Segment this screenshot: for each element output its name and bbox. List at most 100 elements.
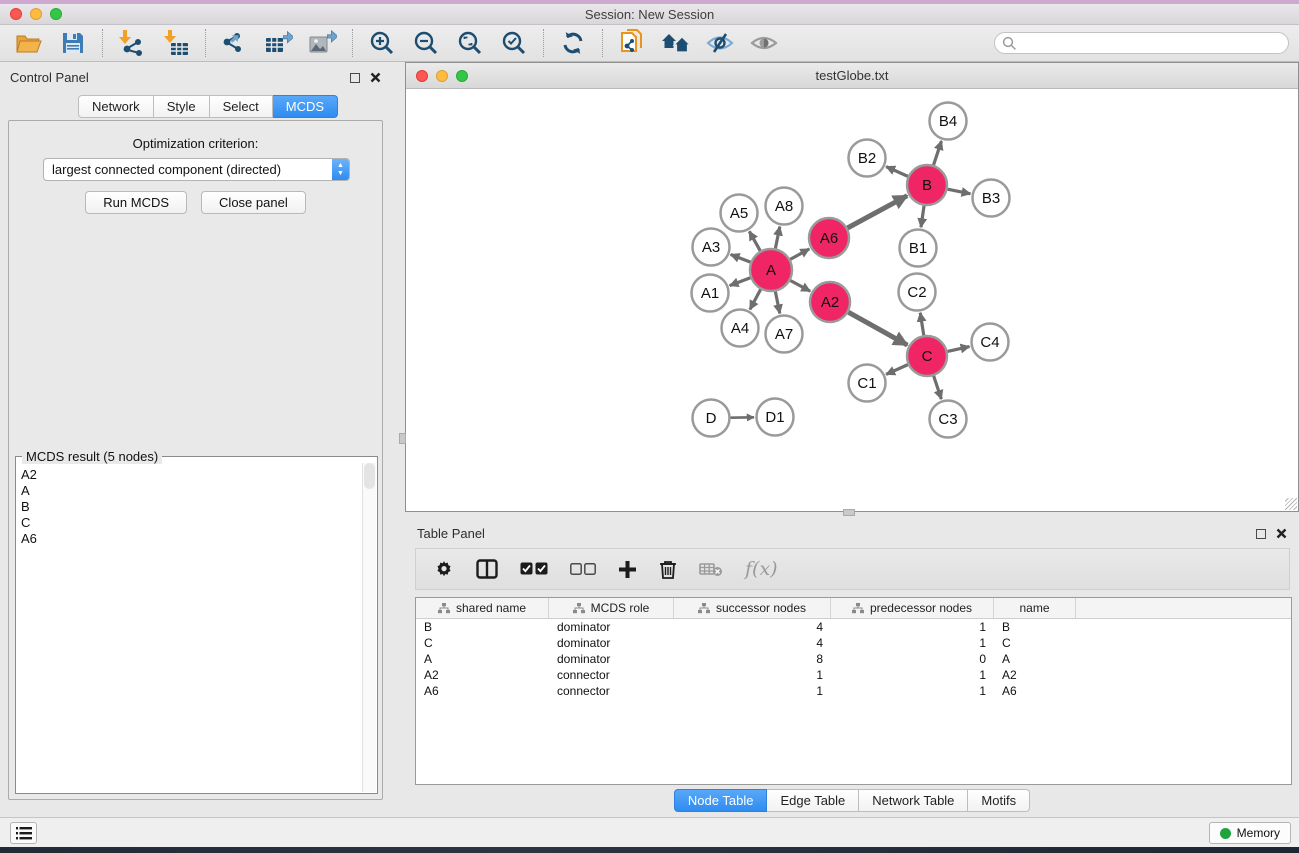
zoom-fit-icon[interactable] [455, 29, 485, 57]
export-table-icon[interactable] [264, 29, 294, 57]
resize-grip-icon[interactable] [1285, 498, 1297, 510]
delete-table-icon[interactable] [699, 561, 723, 577]
mcds-result-item[interactable]: A [21, 483, 362, 499]
edge-C-C2[interactable] [920, 313, 924, 336]
node-A[interactable]: A [750, 249, 792, 291]
node-A5[interactable]: A5 [721, 195, 758, 232]
close-table-panel-icon[interactable] [1276, 528, 1287, 539]
zoom-selected-icon[interactable] [499, 29, 529, 57]
select-all-icon[interactable] [520, 562, 548, 576]
node-C2[interactable]: C2 [899, 274, 936, 311]
tab-mcds[interactable]: MCDS [273, 95, 338, 118]
network-window-titlebar[interactable]: testGlobe.txt [406, 63, 1298, 89]
open-session-icon[interactable] [14, 29, 44, 57]
settings-gear-icon[interactable] [434, 559, 454, 579]
search-input[interactable] [994, 32, 1289, 54]
node-A8[interactable]: A8 [766, 188, 803, 225]
column-header-MCDS-role[interactable]: MCDS role [549, 598, 674, 618]
node-B4[interactable]: B4 [930, 103, 967, 140]
float-table-panel-icon[interactable] [1256, 529, 1266, 539]
tab-motifs[interactable]: Motifs [968, 789, 1030, 812]
run-mcds-button[interactable]: Run MCDS [85, 191, 187, 214]
column-header-shared-name[interactable]: shared name [416, 598, 549, 618]
save-session-icon[interactable] [58, 29, 88, 57]
refresh-icon[interactable] [558, 29, 588, 57]
memory-button[interactable]: Memory [1209, 822, 1291, 844]
node-B3[interactable]: B3 [973, 180, 1010, 217]
edge-B-B4[interactable] [934, 141, 942, 165]
edge-A-A8[interactable] [775, 227, 779, 249]
export-network-icon[interactable] [220, 29, 250, 57]
edge-C-C1[interactable] [886, 365, 908, 375]
edge-A-A6[interactable] [790, 249, 809, 260]
float-panel-icon[interactable] [350, 73, 360, 83]
add-column-icon[interactable] [618, 560, 637, 579]
node-B[interactable]: B [907, 165, 947, 205]
edge-A-A3[interactable] [731, 255, 751, 263]
node-C4[interactable]: C4 [972, 324, 1009, 361]
hide-graphics-details-icon[interactable] [705, 29, 735, 57]
column-header-name[interactable]: name [994, 598, 1076, 618]
table-row[interactable]: A2connector11A2 [416, 667, 1291, 683]
edge-A-A5[interactable] [749, 231, 760, 251]
node-B1[interactable]: B1 [900, 230, 937, 267]
table-row[interactable]: Cdominator41C [416, 635, 1291, 651]
table-row[interactable]: Bdominator41B [416, 619, 1291, 635]
node-A6[interactable]: A6 [809, 218, 849, 258]
show-graphics-details-icon[interactable] [749, 29, 779, 57]
mcds-result-list[interactable]: A2ABCA6 [17, 463, 362, 792]
splitter-handle-left[interactable] [399, 433, 406, 444]
node-A7[interactable]: A7 [766, 316, 803, 353]
mcds-result-item[interactable]: A2 [21, 467, 362, 483]
column-header-successor-nodes[interactable]: successor nodes [674, 598, 831, 618]
import-table-icon[interactable] [161, 29, 191, 57]
new-network-from-selection-icon[interactable] [617, 29, 647, 57]
edge-B-B1[interactable] [921, 206, 924, 227]
deselect-all-icon[interactable] [570, 563, 596, 576]
edge-A-A4[interactable] [750, 289, 761, 309]
node-A2[interactable]: A2 [810, 282, 850, 322]
tab-select[interactable]: Select [210, 95, 273, 118]
node-D[interactable]: D [693, 400, 730, 437]
edge-A2-C[interactable] [848, 312, 907, 345]
edge-A-A2[interactable] [790, 280, 810, 291]
node-B2[interactable]: B2 [849, 140, 886, 177]
table-row[interactable]: A6connector11A6 [416, 683, 1291, 699]
close-panel-button[interactable]: Close panel [201, 191, 306, 214]
tab-node-table[interactable]: Node Table [674, 789, 768, 812]
table-row[interactable]: Adominator80A [416, 651, 1291, 667]
mcds-result-item[interactable]: C [21, 515, 362, 531]
task-history-button[interactable] [10, 822, 37, 844]
mcds-result-item[interactable]: A6 [21, 531, 362, 547]
import-network-icon[interactable] [117, 29, 147, 57]
delete-column-icon[interactable] [659, 559, 677, 579]
edge-C-C3[interactable] [934, 376, 942, 399]
mcds-result-item[interactable]: B [21, 499, 362, 515]
function-builder-icon[interactable]: f(x) [745, 558, 778, 580]
zoom-in-icon[interactable] [367, 29, 397, 57]
homes-icon[interactable] [661, 29, 691, 57]
splitter-handle-bottom[interactable] [843, 509, 855, 516]
node-C[interactable]: C [907, 336, 947, 376]
tab-network[interactable]: Network [78, 95, 154, 118]
criterion-dropdown[interactable]: largest connected component (directed) ▲… [43, 158, 350, 181]
tab-edge-table[interactable]: Edge Table [767, 789, 859, 812]
network-graph[interactable]: B4B2BB3A8A5A6A3B1AA1C2A2A4A7C4CC1C3DD1 [406, 89, 1298, 511]
edge-A6-B[interactable] [847, 196, 907, 228]
edge-C-C4[interactable] [947, 347, 969, 352]
column-header-predecessor-nodes[interactable]: predecessor nodes [831, 598, 994, 618]
zoom-out-icon[interactable] [411, 29, 441, 57]
edge-A-A7[interactable] [775, 292, 779, 314]
node-A3[interactable]: A3 [693, 229, 730, 266]
node-A1[interactable]: A1 [692, 275, 729, 312]
export-image-icon[interactable] [308, 29, 338, 57]
node-A4[interactable]: A4 [722, 310, 759, 347]
edge-B-B2[interactable] [886, 167, 908, 177]
edge-A-A1[interactable] [730, 278, 751, 286]
column-selector-icon[interactable] [476, 559, 498, 579]
search-field[interactable] [1017, 36, 1267, 50]
tab-network-table[interactable]: Network Table [859, 789, 968, 812]
edge-B-B3[interactable] [948, 189, 971, 194]
close-panel-icon[interactable] [370, 72, 381, 83]
node-C1[interactable]: C1 [849, 365, 886, 402]
